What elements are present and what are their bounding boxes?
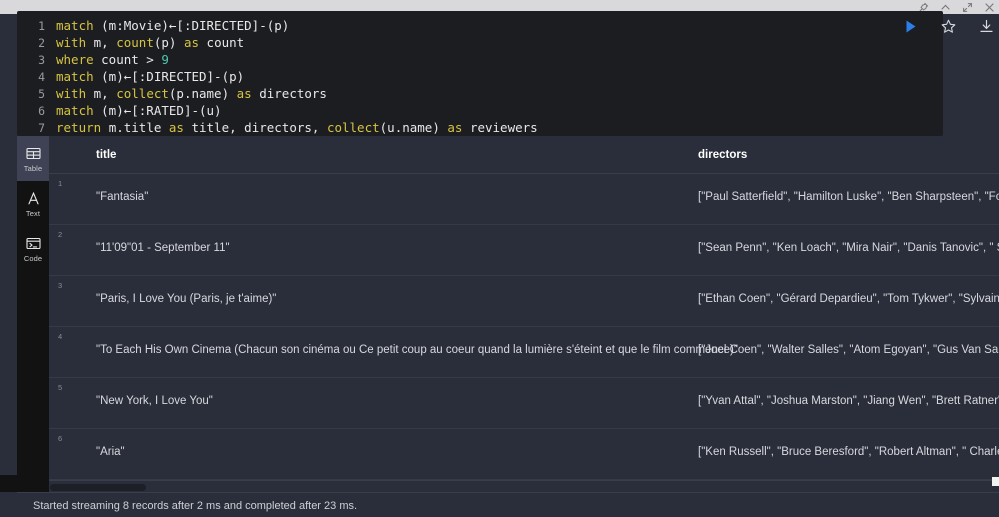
line-number: 3 xyxy=(38,53,45,67)
code-token: m, xyxy=(93,35,117,50)
cell-directors: ["Paul Satterfield", "Hamilton Luske", "… xyxy=(698,191,999,203)
code-line: 5 with m, collect(p.name) as directors xyxy=(17,85,943,102)
cell-directors: ["Ethan Coen", "Gérard Depardieu", "Tom … xyxy=(698,293,999,305)
cell-title: "To Each His Own Cinema (Chacun son ciné… xyxy=(96,344,738,356)
code-token: match xyxy=(56,103,102,118)
code-lines: 1 match (m:Movie)←[:DIRECTED]-(p) 2 with m,… xyxy=(17,11,943,136)
code-token: as xyxy=(447,120,470,135)
code-token: (m)←[:DIRECTED]-(p) xyxy=(101,69,245,84)
sidebar-item-code[interactable]: Code xyxy=(17,226,49,271)
result-view-sidebar: Table Text Code xyxy=(17,136,49,492)
code-line: 6 match (m)←[:RATED]-(u) xyxy=(17,102,943,119)
scrollbar-corner xyxy=(992,477,999,486)
code-token: as xyxy=(183,35,207,50)
table-row[interactable]: 6 "Aria" ["Ken Russell", "Bruce Beresford"… xyxy=(49,429,999,480)
row-index: 5 xyxy=(58,383,63,392)
row-index: 1 xyxy=(58,179,63,188)
code-token: match xyxy=(56,69,102,84)
sidebar-item-table[interactable]: Table xyxy=(17,136,49,181)
cell-title: "Paris, I Love You (Paris, je t'aime)" xyxy=(96,293,277,305)
row-index: 2 xyxy=(58,230,63,239)
line-number: 2 xyxy=(38,36,45,50)
table-row[interactable]: 4 "To Each His Own Cinema (Chacun son cin… xyxy=(49,327,999,378)
status-message: Started streaming 8 records after 2 ms a… xyxy=(33,500,358,512)
row-index: 6 xyxy=(58,434,63,443)
code-token: (p.name) xyxy=(168,86,237,101)
code-token: as xyxy=(236,86,260,101)
code-token: count > xyxy=(101,52,162,67)
code-token: with xyxy=(56,86,94,101)
code-token: (m:Movie)←[:DIRECTED]-(p) xyxy=(101,18,290,33)
status-bar: Started streaming 8 records after 2 ms a… xyxy=(17,492,999,517)
code-line: 4 match (m)←[:DIRECTED]-(p) xyxy=(17,68,943,85)
close-icon[interactable] xyxy=(984,2,995,13)
run-query-button[interactable] xyxy=(902,18,919,35)
horizontal-scrollbar-thumb[interactable] xyxy=(50,484,146,491)
code-token: collect xyxy=(116,86,169,101)
expand-icon[interactable] xyxy=(962,2,973,13)
code-token: m.title xyxy=(108,120,169,135)
line-number: 1 xyxy=(38,19,45,33)
cell-title: "New York, I Love You" xyxy=(96,395,213,407)
column-header-title[interactable]: title xyxy=(96,149,116,161)
cell-directors: ["Sean Penn", "Ken Loach", "Mira Nair", … xyxy=(698,242,999,254)
sidebar-bottom-filler xyxy=(0,475,17,492)
favorite-star-button[interactable] xyxy=(940,18,957,35)
cell-title: "11'09"01 - September 11" xyxy=(96,242,230,254)
sidebar-item-text-label: Text xyxy=(25,208,41,218)
code-token: (p) xyxy=(153,35,184,50)
code-token: 9 xyxy=(161,52,169,67)
line-number: 4 xyxy=(38,70,45,84)
code-token: title, directors, xyxy=(191,120,327,135)
sidebar-item-text[interactable]: Text xyxy=(17,181,49,226)
results-table: title directors 1 "Fantasia" ["Paul Satter… xyxy=(49,136,999,492)
code-token: match xyxy=(56,18,102,33)
code-line: 3 where count > 9 xyxy=(17,51,943,68)
code-token: reviewers xyxy=(469,120,538,135)
table-body: 1 "Fantasia" ["Paul Satterfield", "Hamilto… xyxy=(49,174,999,480)
code-token: directors xyxy=(259,86,327,101)
table-row[interactable]: 3 "Paris, I Love You (Paris, je t'aime)" [… xyxy=(49,276,999,327)
line-number: 5 xyxy=(38,87,45,101)
code-line: 2 with m, count(p) as count xyxy=(17,34,943,51)
table-row[interactable]: 2 "11'09"01 - September 11" ["Sean Penn", … xyxy=(49,225,999,276)
editor-actions xyxy=(902,18,995,35)
table-row[interactable]: 1 "Fantasia" ["Paul Satterfield", "Hamilto… xyxy=(49,174,999,225)
code-token: m, xyxy=(93,86,117,101)
row-index: 3 xyxy=(58,281,63,290)
cell-directors: ["Joel Coen", "Walter Salles", "Atom Ego… xyxy=(698,344,999,356)
code-line: 1 match (m:Movie)←[:DIRECTED]-(p) xyxy=(17,17,943,34)
download-button[interactable] xyxy=(978,18,995,35)
line-number: 6 xyxy=(38,104,45,118)
sidebar-item-code-label: Code xyxy=(23,253,43,263)
code-line: 7 return m.title as title, directors, col… xyxy=(17,119,943,136)
query-result-panel: 1 match (m:Movie)←[:DIRECTED]-(p) 2 with m,… xyxy=(0,0,999,517)
code-token: return xyxy=(56,120,109,135)
cell-directors: ["Yvan Attal", "Joshua Marston", "Jiang … xyxy=(698,395,999,407)
code-token: (m)←[:RATED]-(u) xyxy=(101,103,222,118)
cypher-editor[interactable]: 1 match (m:Movie)←[:DIRECTED]-(p) 2 with m,… xyxy=(17,11,943,136)
code-icon xyxy=(25,235,42,252)
cell-directors: ["Ken Russell", "Bruce Beresford", "Robe… xyxy=(698,446,999,458)
sidebar-item-table-label: Table xyxy=(23,163,43,173)
text-icon xyxy=(25,190,42,207)
line-number: 7 xyxy=(38,121,45,135)
row-index: 4 xyxy=(58,332,63,341)
table-header-row: title directors xyxy=(49,136,999,174)
column-header-directors[interactable]: directors xyxy=(698,149,747,161)
code-token: with xyxy=(56,35,94,50)
table-row[interactable]: 5 "New York, I Love You" ["Yvan Attal", "J… xyxy=(49,378,999,429)
code-token: collect xyxy=(326,120,380,135)
cell-title: "Aria" xyxy=(96,446,125,458)
code-token: as xyxy=(168,120,192,135)
table-icon xyxy=(25,145,42,162)
code-token: count xyxy=(116,35,154,50)
cell-title: "Fantasia" xyxy=(96,191,149,203)
code-token: count xyxy=(206,35,245,50)
code-token: where xyxy=(56,52,102,67)
horizontal-scrollbar[interactable] xyxy=(49,480,999,492)
code-token: (u.name) xyxy=(379,120,448,135)
